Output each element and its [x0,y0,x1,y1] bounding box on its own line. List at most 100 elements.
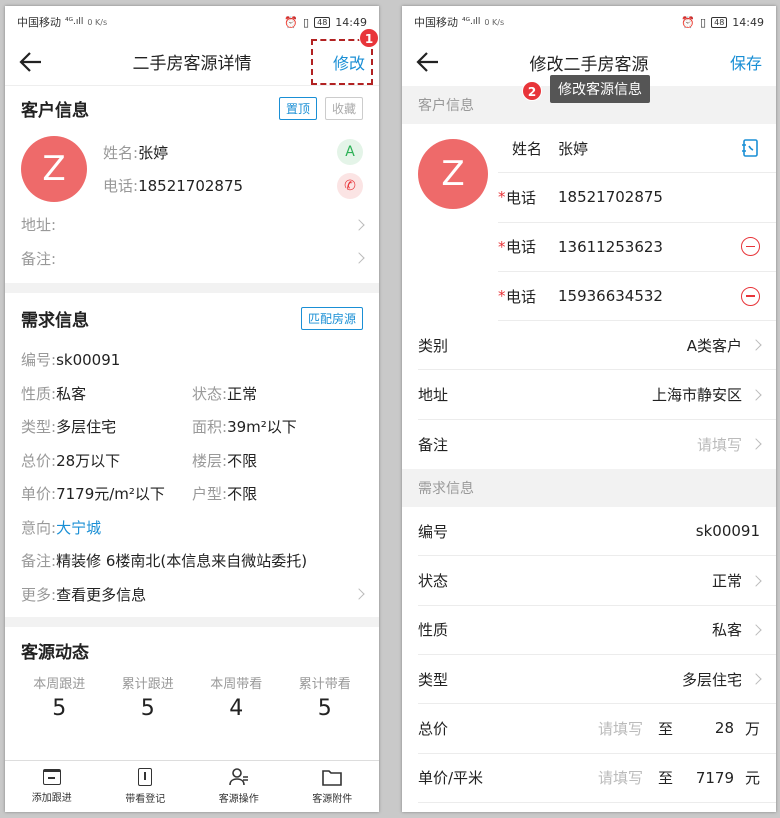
dynamics-header: 客源动态 [21,642,89,663]
speed-label: 0 K/s [87,17,108,27]
phone-call-icon[interactable]: ✆ [337,172,363,199]
stat-total-viewing[interactable]: 累计带看 5 [281,673,370,721]
field-value: 多层住宅 [681,670,742,689]
stat-label: 本周跟进 [33,677,86,692]
alarm-icon: ⏰ [681,15,696,29]
stat-total-followup[interactable]: 累计跟进 5 [104,673,193,721]
stat-week-followup[interactable]: 本周跟进 5 [15,673,104,721]
tab-viewing-register[interactable]: 带看登记 [99,761,193,812]
stat-label: 本周带看 [210,677,263,692]
phone-row-2[interactable]: * 电话 13611253623 [498,223,776,272]
unit-label: 万 [744,719,760,738]
stat-value: 5 [140,696,155,721]
state-row[interactable]: 状态 正常 [418,556,776,606]
nature-row[interactable]: 性质 私客 [418,606,776,655]
phone-value: 15936634532 [558,287,663,306]
save-button[interactable]: 保存 [730,50,762,74]
back-arrow-icon[interactable] [416,51,440,73]
stat-week-viewing[interactable]: 本周带看 4 [192,673,281,721]
phone-label: 电话 [506,238,537,257]
name-row[interactable]: 姓名 张婷 [498,124,776,174]
back-arrow-icon[interactable] [19,51,43,73]
tab-label: 带看登记 [125,794,166,805]
step-badge-1: 1 [359,28,379,48]
carrier-label: 中国移动 [414,16,458,29]
field-value: A类客户 [686,336,742,355]
field-label: 编号 [418,522,449,541]
field-value: 私客 [711,621,742,640]
contacts-icon[interactable] [740,138,760,158]
favorite-button[interactable]: 收藏 [324,96,363,120]
dynamics-section: 客源动态 本周跟进 5 累计跟进 5 本周带看 4 累计带看 5 [5,627,379,722]
type-label: 类型: [21,418,57,437]
more-info-row[interactable]: 更多:查看更多信息 [21,578,365,612]
chevron-right-icon [353,588,365,600]
field-value: 正常 [711,572,742,591]
note-row[interactable]: 备注: [21,242,365,276]
stat-label: 累计带看 [298,677,351,692]
unit-max-input[interactable]: 7179 [682,769,734,787]
phone-row-1[interactable]: * 电话 18521702875 [498,173,776,223]
time-label: 14:49 [335,15,367,29]
address-row[interactable]: 地址 上海市静安区 [418,370,776,420]
remove-phone-icon[interactable] [741,237,760,257]
intent-link[interactable]: 大宁城 [56,517,101,538]
nature-value: 私客 [56,384,87,403]
field-value: 上海市静安区 [651,386,742,405]
phone-row-3[interactable]: * 电话 15936634532 [498,272,776,322]
avatar: Z [418,139,488,209]
state-label: 状态: [192,384,228,403]
field-label: 地址 [418,386,449,405]
area-value: 39m²以下 [227,418,297,437]
bottom-tab-bar: 添加跟进 带看登记 客源操作 客源附件 [5,760,379,812]
chevron-right-icon [353,252,365,264]
customer-form: Z 姓名 张婷 * 电话 18521702875 * 电话 1361125362… [402,124,776,322]
note-row[interactable]: 备注 请填写 [418,420,776,469]
match-listing-button[interactable]: 匹配房源 [300,306,363,330]
more-value: 查看更多信息 [56,585,147,604]
unit-min-input[interactable]: 请填写 [598,767,658,788]
stat-value: 4 [229,696,244,721]
total-min-input[interactable]: 请填写 [598,718,658,739]
tab-source-action[interactable]: 客源操作 [192,761,286,812]
status-bar: 中国移动 ⁴ᴳ.ıll 0 K/s ⏰ ▯ 48 14:49 [5,6,379,38]
tab-add-followup[interactable]: 添加跟进 [5,761,99,812]
stat-label: 累计跟进 [121,677,174,692]
pin-button[interactable]: 置顶 [278,96,317,120]
chevron-right-icon [750,339,762,351]
signal-icon: ⁴ᴳ.ıll [462,17,481,27]
note-label: 备注: [21,249,57,268]
range-separator: 至 [658,719,674,738]
vibrate-icon: ▯ [700,15,707,29]
customer-info-section: 客户信息 置顶 收藏 Z 姓名:张婷 A 电话:18521702875 ✆ 地址… [5,86,379,275]
avatar: Z [21,136,87,202]
field-placeholder: 请填写 [696,435,742,454]
unit-label: 元 [744,769,760,788]
carrier-label: 中国移动 [17,16,61,29]
section-divider [5,283,379,293]
id-row: 编号 sk00091 [418,507,776,557]
type-row[interactable]: 类型 多层住宅 [418,655,776,705]
type-value: 多层住宅 [56,418,117,437]
demand-info-section: 需求信息 匹配房源 编号: sk00091 性质: 私客 状态: 正常 类型: 多层住宅… [5,293,379,611]
phone-label: 电话: [103,177,139,196]
demand-info-header: 需求信息 [402,469,776,508]
phone-label: 电话 [506,287,537,306]
chevron-right-icon [750,388,762,401]
name-label: 姓名 [512,139,543,158]
section-divider [5,617,379,627]
calendar-add-icon [42,769,61,785]
total-max-input[interactable]: 28 [682,719,734,737]
category-row[interactable]: 类别 A类客户 [418,321,776,371]
tab-label: 客源附件 [312,793,353,805]
remove-phone-icon[interactable] [741,286,760,306]
tab-source-attachment[interactable]: 客源附件 [286,761,380,812]
demand-note-value: 精装修 6楼南北(本信息来自微站委托) [56,552,308,571]
chevron-right-icon [750,624,762,636]
tab-label: 客源操作 [218,794,259,805]
address-row[interactable]: 地址: [21,208,365,242]
phone-value: 18521702875 [138,177,244,196]
chevron-right-icon [750,438,762,451]
vibrate-icon: ▯ [303,15,310,29]
unit-price-row: 单价/平米 请填写 至 7179 元 [418,754,776,803]
